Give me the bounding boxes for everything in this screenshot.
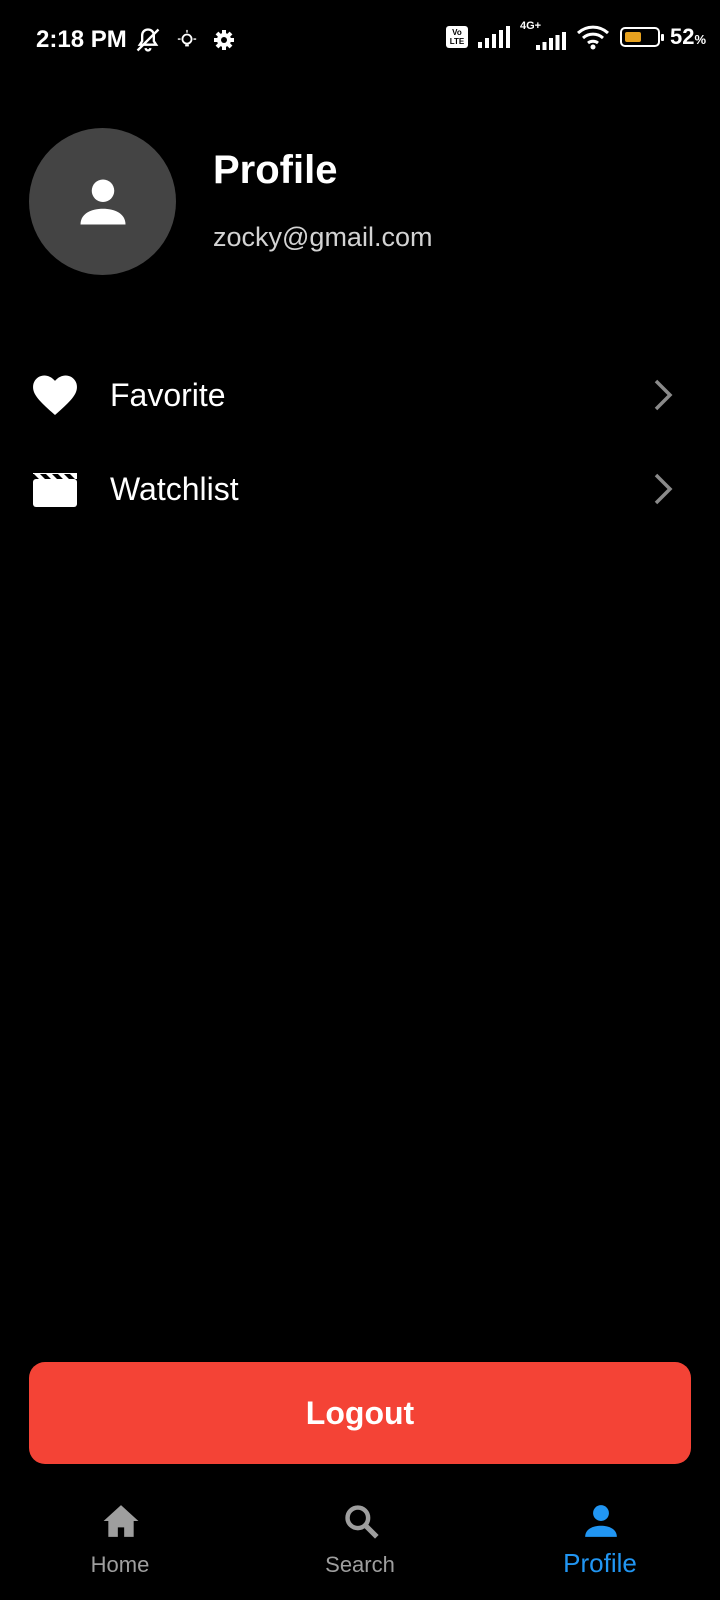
chevron-right-icon	[654, 379, 673, 411]
menu-item-label: Watchlist	[110, 471, 239, 507]
user-email: zocky@gmail.com	[213, 222, 433, 252]
volte-top-text: Vo	[452, 28, 462, 37]
battery-percent-value: 52	[669, 24, 695, 49]
bottom-nav: Home Search Profile	[0, 1490, 720, 1600]
nav-label-search: Search	[325, 1552, 395, 1577]
battery-percent: 52%	[670, 24, 706, 50]
signal-icon	[477, 26, 510, 48]
status-bar: 2:18 PM Vo LTE 4G+ 52%	[0, 0, 720, 84]
person-icon	[80, 179, 125, 224]
nav-label-home: Home	[90, 1552, 150, 1577]
person-icon	[585, 1505, 617, 1537]
bulb-icon	[177, 29, 197, 47]
page-title: Profile	[213, 148, 338, 192]
avatar	[29, 128, 176, 275]
menu-item-favorite[interactable]: Favorite	[0, 350, 720, 440]
volte-bottom-text: LTE	[449, 37, 465, 46]
signal-icon-2	[535, 32, 566, 50]
gear-icon	[214, 30, 234, 50]
nav-label-profile: Profile	[563, 1548, 637, 1578]
signal-4g-group: 4G+	[520, 20, 566, 50]
chevron-right-icon	[654, 473, 673, 505]
battery-icon	[619, 27, 664, 47]
nav-item-profile[interactable]: Profile	[510, 1490, 690, 1600]
battery-level-fill	[624, 32, 641, 42]
home-icon	[103, 1505, 139, 1537]
status-time: 2:18 PM	[36, 26, 127, 53]
nav-item-home[interactable]: Home	[30, 1490, 210, 1600]
volte-icon: Vo LTE	[445, 26, 468, 48]
menu-item-label: Favorite	[110, 377, 226, 413]
nav-item-search[interactable]: Search	[270, 1490, 450, 1600]
search-icon	[345, 1505, 379, 1539]
logout-button[interactable]: Logout	[29, 1362, 691, 1464]
clapperboard-icon	[32, 468, 78, 510]
menu-item-watchlist[interactable]: Watchlist	[0, 444, 720, 534]
heart-icon	[32, 374, 78, 416]
wifi-icon	[576, 25, 609, 50]
network-type-label: 4G+	[519, 20, 542, 32]
muted-bell-icon	[136, 28, 160, 52]
battery-percent-unit: %	[694, 32, 706, 47]
